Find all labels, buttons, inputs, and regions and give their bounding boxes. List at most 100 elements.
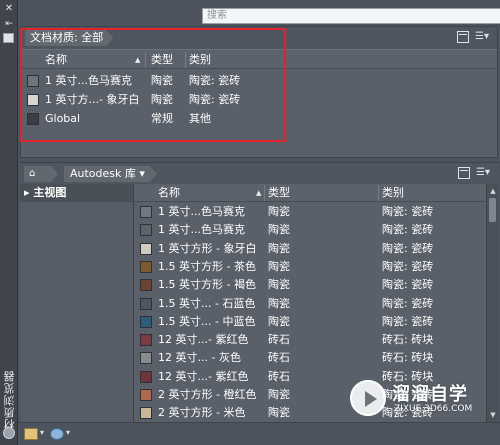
material-name: 12 英寸...- 紫红色 [158,333,249,347]
material-swatch [140,260,152,273]
material-category: 砖石: 砖块 [382,351,434,365]
material-category: 砖石: 砖块 [382,333,434,347]
material-category: 陶瓷: 瓷砖 [382,296,434,310]
material-name: 1 英寸...色马赛克 [158,223,245,237]
material-category: 陶瓷: 瓷砖 [382,223,434,237]
list-view-icon[interactable]: ☰▾ [475,31,493,43]
material-name: 1 英寸...色马赛克 [158,205,245,218]
material-name: 1 英寸方形 - 象牙白 [158,241,257,255]
material-type: 砖石 [268,351,290,365]
table-row[interactable]: 12 英寸... - 灰色 砖石 砖石: 砖块 [134,349,486,367]
watermark-title: 溜溜自学 [392,384,468,405]
material-swatch [140,334,152,347]
material-swatch [27,113,39,125]
material-category: 陶瓷: 瓷砖 [382,241,434,255]
material-swatch [140,297,152,310]
material-name: 12 英寸... - 灰色 [158,351,241,365]
pin-icon[interactable]: ⇤ [3,18,15,30]
column-type-header[interactable]: 类型 [151,50,173,70]
view-toggle-icon[interactable] [457,31,469,43]
material-swatch [140,224,152,237]
table-row[interactable]: 1.5 英寸... - 中蓝色 陶瓷 陶瓷: 瓷砖 [134,313,486,331]
material-category: 陶瓷: 瓷砖 [382,278,434,292]
material-type: 陶瓷 [268,388,290,401]
material-type: 砖石 [268,333,290,347]
material-swatch [140,315,152,328]
settings-icon[interactable] [3,427,15,439]
material-category: 陶瓷: 瓷砖 [382,259,434,273]
lib-column-name-header[interactable]: 名称 [158,184,180,202]
watermark-url: ZIXUE.3D66.COM [394,404,473,414]
properties-icon[interactable] [3,33,14,43]
material-swatch [140,279,152,292]
table-row[interactable]: Global 常规 其他 [21,109,497,129]
close-icon[interactable]: ✕ [3,3,15,15]
home-icon[interactable]: ⌂ [24,166,58,182]
material-name: Global [45,112,81,125]
document-materials-filter[interactable]: 文档材质: 全部 [25,30,113,46]
scroll-up-icon[interactable]: ▲ [488,186,498,196]
search-input[interactable]: 搜索 [202,8,500,24]
material-swatch [140,352,152,365]
table-row[interactable]: 1 英寸...色马赛克 陶瓷 陶瓷: 瓷砖 [134,203,486,221]
palette-title: 材质浏览器 [3,370,16,430]
material-category: 陶瓷: 瓷砖 [382,205,434,218]
material-name: 12 英寸...- 紫红色 [158,369,249,383]
material-type: 常规 [151,112,173,125]
document-materials-header: 文档材质: 全部 ☰▾ [21,27,497,49]
lib-column-type-header[interactable]: 类型 [268,184,290,202]
library-selector[interactable]: Autodesk 库 ▾ [64,166,157,182]
material-swatch [140,389,152,401]
material-category: 其他 [189,112,211,125]
material-type: 陶瓷 [268,314,290,328]
material-type: 陶瓷 [151,74,173,87]
column-name-header[interactable]: 名称 [45,50,67,70]
chevron-down-icon[interactable]: ▾ [40,428,44,437]
material-type: 陶瓷 [268,241,290,255]
table-row[interactable]: 1.5 英寸... - 石蓝色 陶瓷 陶瓷: 瓷砖 [134,295,486,313]
material-type: 陶瓷 [268,296,290,310]
material-category: 陶瓷: 瓷砖 [382,314,434,328]
material-name: 1.5 英寸方形 - 褐色 [158,278,256,292]
material-swatch [27,75,39,87]
library-list-view-icon[interactable]: ☰▾ [476,167,494,179]
open-library-icon[interactable] [24,428,38,440]
bottom-toolbar: ▾ ▾ [18,422,500,445]
table-row[interactable]: 1 英寸...色马赛克 陶瓷 陶瓷: 瓷砖 [134,221,486,239]
material-type: 陶瓷 [268,205,290,218]
table-row[interactable]: 1.5 英寸方形 - 茶色 陶瓷 陶瓷: 瓷砖 [134,258,486,276]
material-swatch [140,407,152,420]
column-category-header[interactable]: 类别 [189,50,211,70]
chevron-down-icon[interactable]: ▾ [66,428,70,437]
material-swatch [27,94,39,106]
document-table-header: 名称 ▲ 类型 类别 [21,49,497,69]
material-name: 1.5 英寸方形 - 茶色 [158,259,256,273]
material-type: 陶瓷 [268,406,290,420]
lib-column-category-header[interactable]: 类别 [382,184,404,202]
tree-item-home-view[interactable]: ▸ 主视图 [20,184,133,202]
table-row[interactable]: 1 英寸方...- 象牙白 陶瓷 陶瓷: 瓷砖 [21,90,497,110]
material-type: 陶瓷 [268,259,290,273]
search-bar: 搜索 [18,0,500,26]
material-name: 2 英寸方形 - 橙红色 [158,388,257,401]
material-swatch [140,370,152,383]
material-name: 1.5 英寸... - 石蓝色 [158,296,256,310]
sort-ascending-icon[interactable]: ▲ [135,50,140,70]
table-row[interactable]: 1 英寸...色马赛克 陶瓷 陶瓷: 瓷砖 [21,71,497,91]
material-type: 陶瓷 [151,93,173,106]
material-type: 陶瓷 [268,278,290,292]
scroll-down-icon[interactable]: ▼ [488,410,498,420]
watermark-logo [350,380,386,416]
library-table-header: 名称 ▲ 类型 类别 [134,184,486,202]
table-row[interactable]: 12 英寸...- 紫红色 砖石 砖石: 砖块 [134,331,486,349]
material-category: 陶瓷: 瓷砖 [189,74,241,87]
library-view-toggle-icon[interactable] [458,167,470,179]
table-row[interactable]: 1.5 英寸方形 - 褐色 陶瓷 陶瓷: 瓷砖 [134,276,486,294]
library-scrollbar[interactable]: ▲ ▼ [486,184,498,422]
create-material-icon[interactable] [50,428,64,440]
lib-sort-ascending-icon[interactable]: ▲ [256,184,261,202]
table-row[interactable]: 1 英寸方形 - 象牙白 陶瓷 陶瓷: 瓷砖 [134,240,486,258]
scroll-thumb[interactable] [489,198,496,222]
material-swatch [140,206,152,218]
library-tree: ▸ 主视图 [20,184,134,422]
